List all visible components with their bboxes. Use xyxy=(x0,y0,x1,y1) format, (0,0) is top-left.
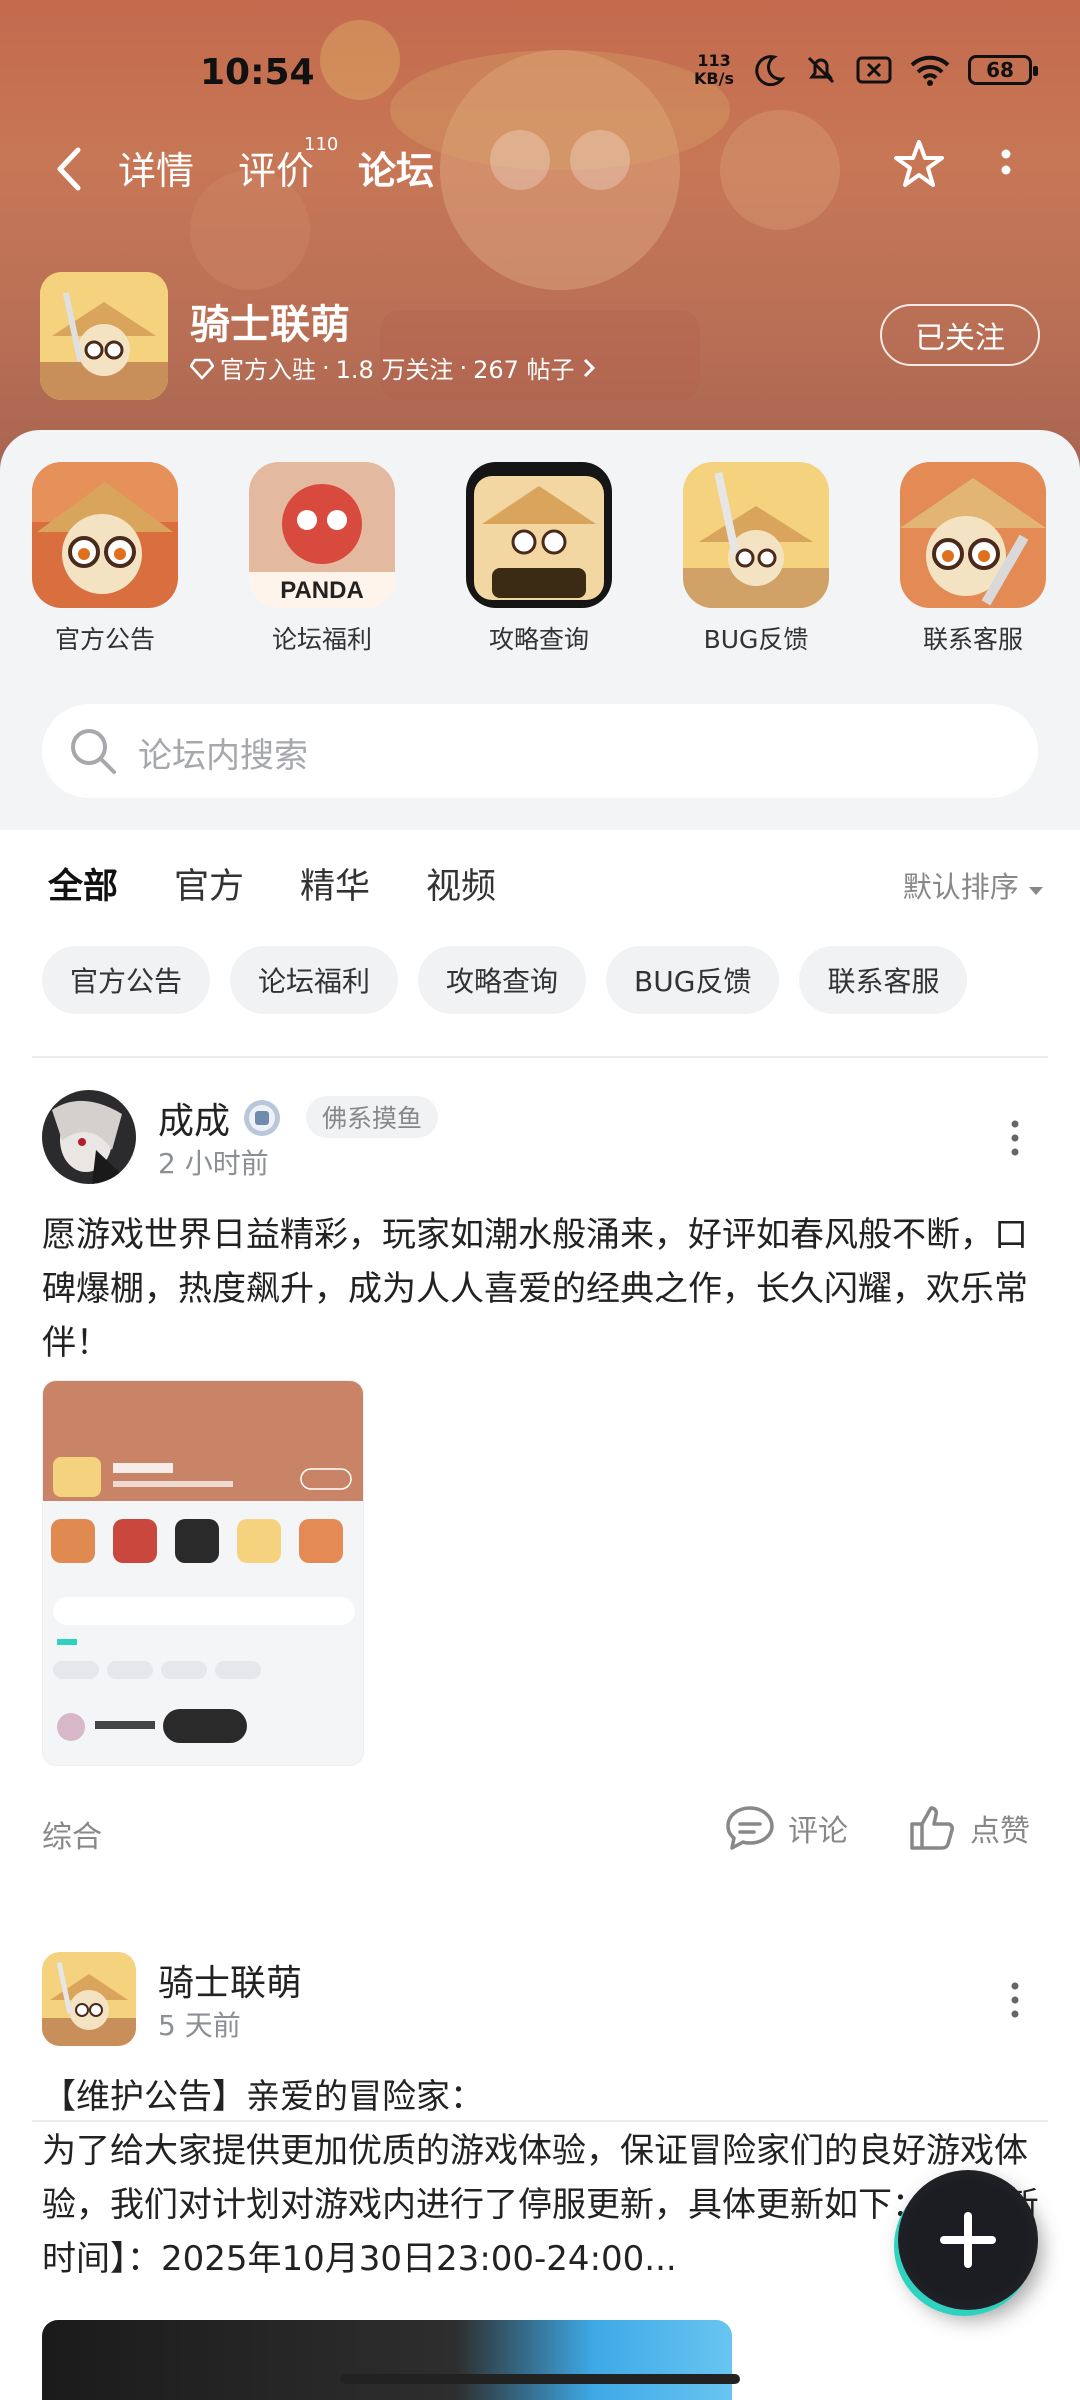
wifi-icon xyxy=(910,55,950,86)
network-speed: 113 KB/s xyxy=(694,51,734,88)
forum-search-bar[interactable]: 论坛内搜索 xyxy=(42,704,1038,798)
shortcut-customer-service[interactable]: 联系客服 xyxy=(898,462,1048,656)
forum-name: 骑士联萌 xyxy=(190,302,350,348)
feed-tab-video[interactable]: 视频 xyxy=(426,858,496,909)
status-icons: 113 KB/s 68 xyxy=(694,51,1038,88)
reviews-count-badge: 110 xyxy=(304,134,339,155)
user-level-badge-icon xyxy=(244,1100,280,1136)
post-body: 愿游戏世界日益精彩，玩家如潮水般涌来，好评如春风般不断，口碑爆棚，热度飙升，成为… xyxy=(42,1215,1028,1363)
caret-down-icon xyxy=(1029,887,1043,895)
comment-icon xyxy=(726,1806,774,1850)
search-placeholder: 论坛内搜索 xyxy=(138,736,308,776)
follow-button[interactable]: 已关注 xyxy=(880,304,1040,366)
more-vertical-icon[interactable] xyxy=(996,144,1016,194)
post-time: 5 天前 xyxy=(158,2009,241,2042)
user-title-tag: 佛系摸鱼 xyxy=(306,1096,439,1138)
chip-announcements[interactable]: 官方公告 xyxy=(42,946,211,1014)
chevron-right-icon xyxy=(583,358,595,377)
feed-tab-official[interactable]: 官方 xyxy=(174,858,244,909)
benefits-icon: PANDA xyxy=(249,462,395,608)
no-sim-icon xyxy=(856,56,892,84)
post-footer: 综合 评论 点赞 xyxy=(0,1800,1080,1860)
forum-logo xyxy=(40,272,168,400)
post-more-icon[interactable] xyxy=(1008,1118,1022,1158)
post-category[interactable]: 综合 xyxy=(42,1812,102,1856)
post-image-preview[interactable] xyxy=(42,2320,732,2400)
author-name[interactable]: 骑士联萌 xyxy=(158,1954,302,2006)
feed-tab-featured[interactable]: 精华 xyxy=(300,858,370,909)
post-time: 2 小时前 xyxy=(158,1147,269,1180)
svg-text:PANDA: PANDA xyxy=(280,577,364,604)
chip-customer-service[interactable]: 联系客服 xyxy=(799,946,968,1014)
thumbs-up-icon xyxy=(910,1806,954,1850)
shortcut-benefits[interactable]: PANDA 论坛福利 xyxy=(247,462,397,656)
post-body: 【维护公告】亲爱的冒险家： 为了给大家提供更加优质的游戏体验，保证冒险家们的良好… xyxy=(42,2077,1039,2279)
chip-guides[interactable]: 攻略查询 xyxy=(418,946,587,1014)
status-bar: 10:54 113 KB/s 68 xyxy=(0,0,1080,140)
author-name[interactable]: 成成 xyxy=(158,1092,230,1144)
forum-header: 骑士联萌 官方入驻 · 1.8 万关注 · 267 帖子 已关注 xyxy=(40,272,1040,406)
battery-indicator: 68 xyxy=(968,55,1038,85)
shortcut-row: 官方公告 PANDA 论坛福利 攻略查询 BUG反馈 联系客服 xyxy=(0,462,1080,672)
top-nav: 详情 评价 110 论坛 xyxy=(0,130,1080,210)
shortcut-announcements[interactable]: 官方公告 xyxy=(30,462,180,656)
forum-meta[interactable]: 官方入驻 · 1.8 万关注 · 267 帖子 xyxy=(190,350,597,385)
status-time: 10:54 xyxy=(200,52,315,93)
post-item[interactable]: 成成 佛系摸鱼 2 小时前 愿游戏世界日益精彩，玩家如潮水般涌来，好评如春风般不… xyxy=(0,1090,1080,1855)
feed-tabs: 全部 官方 精华 视频 默认排序 xyxy=(0,830,1080,940)
bug-report-icon xyxy=(683,462,829,608)
search-icon xyxy=(71,729,116,774)
chip-benefits[interactable]: 论坛福利 xyxy=(230,946,399,1014)
feed-divider xyxy=(32,1056,1048,1058)
announcements-icon xyxy=(32,462,178,608)
like-button[interactable]: 点赞 xyxy=(908,1804,1030,1852)
author-avatar[interactable] xyxy=(42,1952,136,2046)
guides-icon xyxy=(466,462,612,608)
mute-bell-icon xyxy=(807,56,835,84)
sort-dropdown[interactable]: 默认排序 xyxy=(903,864,1044,906)
post-more-icon[interactable] xyxy=(1008,1980,1022,2020)
author-avatar[interactable] xyxy=(42,1090,136,1184)
create-post-button[interactable] xyxy=(898,2170,1038,2310)
back-arrow-icon[interactable] xyxy=(50,144,90,194)
shortcut-bug-report[interactable]: BUG反馈 xyxy=(681,462,831,656)
customer-service-icon xyxy=(900,462,1046,608)
feed-tab-all[interactable]: 全部 xyxy=(48,858,118,915)
moon-icon xyxy=(755,55,786,87)
tab-reviews[interactable]: 评价 110 xyxy=(238,134,338,195)
comment-button[interactable]: 评论 xyxy=(724,1804,848,1852)
favorite-star-icon[interactable] xyxy=(890,136,948,194)
tab-details[interactable]: 详情 xyxy=(118,140,194,195)
category-chips: 官方公告 论坛福利 攻略查询 BUG反馈 联系客服 xyxy=(42,946,968,1016)
tab-forum[interactable]: 论坛 xyxy=(354,140,439,199)
chip-bug-report[interactable]: BUG反馈 xyxy=(606,946,780,1014)
shortcut-guides[interactable]: 攻略查询 xyxy=(464,462,614,656)
home-indicator[interactable] xyxy=(340,2374,740,2384)
diamond-icon xyxy=(190,358,214,380)
post-image-thumbnail[interactable] xyxy=(42,1380,364,1766)
